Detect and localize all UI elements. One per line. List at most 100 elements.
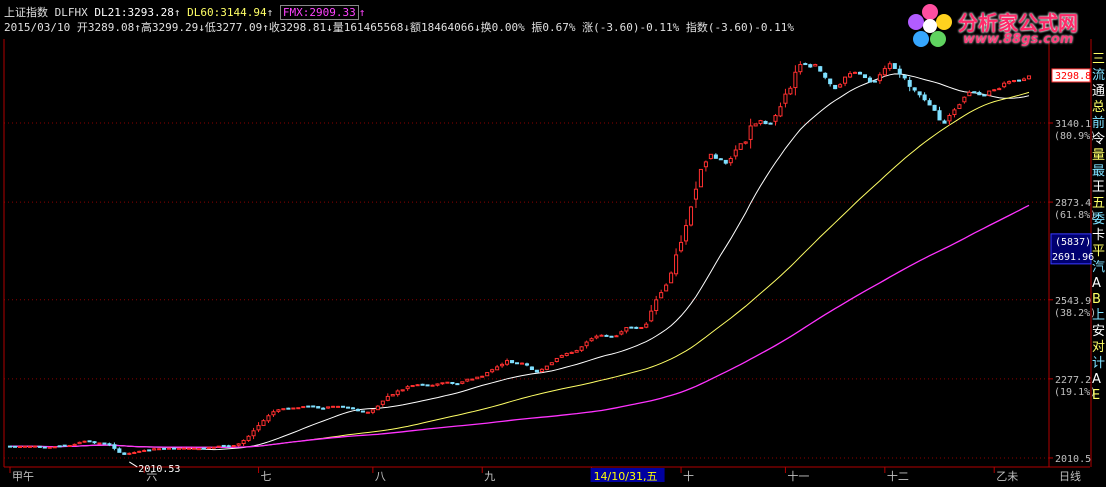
candle (862, 74, 868, 79)
candle (331, 405, 336, 408)
candle-body (534, 369, 539, 373)
candle-body (331, 405, 336, 408)
candle-body (231, 445, 236, 448)
candle-body (12, 445, 18, 448)
candle-body (698, 168, 703, 188)
y-tick-label: 2010.5 (1055, 454, 1091, 465)
down-arrow-icon: ↓ (198, 21, 205, 34)
candle (510, 360, 515, 364)
candle (375, 405, 380, 411)
candle-body (634, 326, 639, 329)
candle-body (316, 406, 321, 409)
candle-body (674, 254, 679, 275)
candle (7, 445, 13, 448)
candle-body (162, 447, 167, 450)
candle-body (82, 440, 87, 443)
candle-body (604, 334, 609, 337)
candle-body (872, 80, 877, 83)
candle (365, 411, 370, 414)
candle-body (92, 441, 97, 444)
candle (475, 376, 480, 380)
candle (813, 63, 818, 67)
candle-body (594, 335, 599, 339)
candle-body (350, 407, 356, 410)
candle (539, 368, 544, 373)
candle-body (355, 408, 360, 412)
candle-body (236, 443, 241, 446)
candle-body (554, 357, 559, 363)
x-tick-label: 十二 (887, 469, 909, 483)
candle-body (753, 123, 758, 127)
candle-body (430, 384, 435, 387)
candle-body (440, 382, 445, 385)
candle-body (480, 375, 485, 378)
y-tick-label: 2873.4 (1055, 198, 1091, 209)
candle-body (410, 385, 415, 388)
candle-body (763, 120, 768, 125)
candle (460, 381, 465, 385)
candle-body (599, 334, 604, 337)
candle-body (539, 368, 544, 373)
kline-chart[interactable]: 3140.1(80.9%) 2873.4(61.8%) 2543.9(38.2%) 2… (0, 0, 1106, 487)
candle-body (107, 443, 112, 446)
candle-body (887, 63, 892, 70)
candle-body (927, 100, 932, 106)
candle-body (306, 405, 311, 408)
candle-body (460, 381, 465, 384)
candle-body (375, 405, 380, 411)
candle-body (360, 410, 365, 413)
candle-body (251, 430, 256, 437)
candle-body (206, 447, 211, 450)
candle (629, 326, 634, 329)
candle (818, 65, 823, 72)
candle-body (683, 225, 689, 242)
candle (554, 357, 559, 363)
candle-body (549, 362, 554, 366)
candle-body (808, 64, 813, 68)
candle (549, 362, 554, 366)
candle-body (271, 411, 276, 416)
candle (420, 383, 425, 386)
candle (544, 365, 549, 371)
candle (698, 168, 703, 188)
candle (763, 120, 768, 125)
candle (753, 123, 758, 127)
candle-body (733, 149, 738, 157)
down-arrow-icon: ↓ (474, 21, 481, 34)
candle-body (818, 66, 823, 72)
candle-body (465, 378, 470, 382)
candle-body (490, 369, 495, 373)
candle-body (972, 91, 977, 94)
candle-body (932, 104, 937, 111)
candle-body (435, 383, 440, 386)
right-panel-char: 平 (1092, 244, 1106, 259)
right-panel-char: 最 (1092, 164, 1106, 179)
up-arrow-icon: ↑ (358, 6, 366, 19)
right-panel-char: 上 (1092, 308, 1106, 323)
fmx-value: FMX:2909.33 (279, 5, 359, 20)
candle (470, 378, 475, 381)
candle-body (843, 76, 848, 84)
up-arrow-icon: ↑ (173, 6, 181, 19)
candle-body (639, 327, 644, 330)
candle-body (97, 442, 102, 445)
candle-body (778, 106, 783, 117)
right-panel-char: E (1092, 388, 1101, 403)
site-logo[interactable]: 分析家公式网 www.88gs.com (905, 1, 1105, 49)
candle-body (783, 93, 788, 104)
candle (57, 445, 62, 448)
candle-body (654, 299, 659, 312)
right-panel-char: 流 (1092, 68, 1106, 83)
candle (1026, 75, 1032, 80)
right-panel-char: 对 (1092, 340, 1106, 355)
candle-body (500, 363, 505, 367)
candle-body (336, 405, 341, 408)
y-tick-percent: (80.9%) (1054, 131, 1096, 142)
candle-body (838, 84, 843, 88)
cursor-price: 2691.96 (1052, 252, 1094, 263)
candle-body (773, 115, 778, 122)
y-tick-label: 2277.2 (1055, 375, 1091, 386)
candle (669, 271, 674, 284)
candle (196, 448, 201, 451)
y-tick-percent: (19.1%) (1054, 387, 1096, 398)
